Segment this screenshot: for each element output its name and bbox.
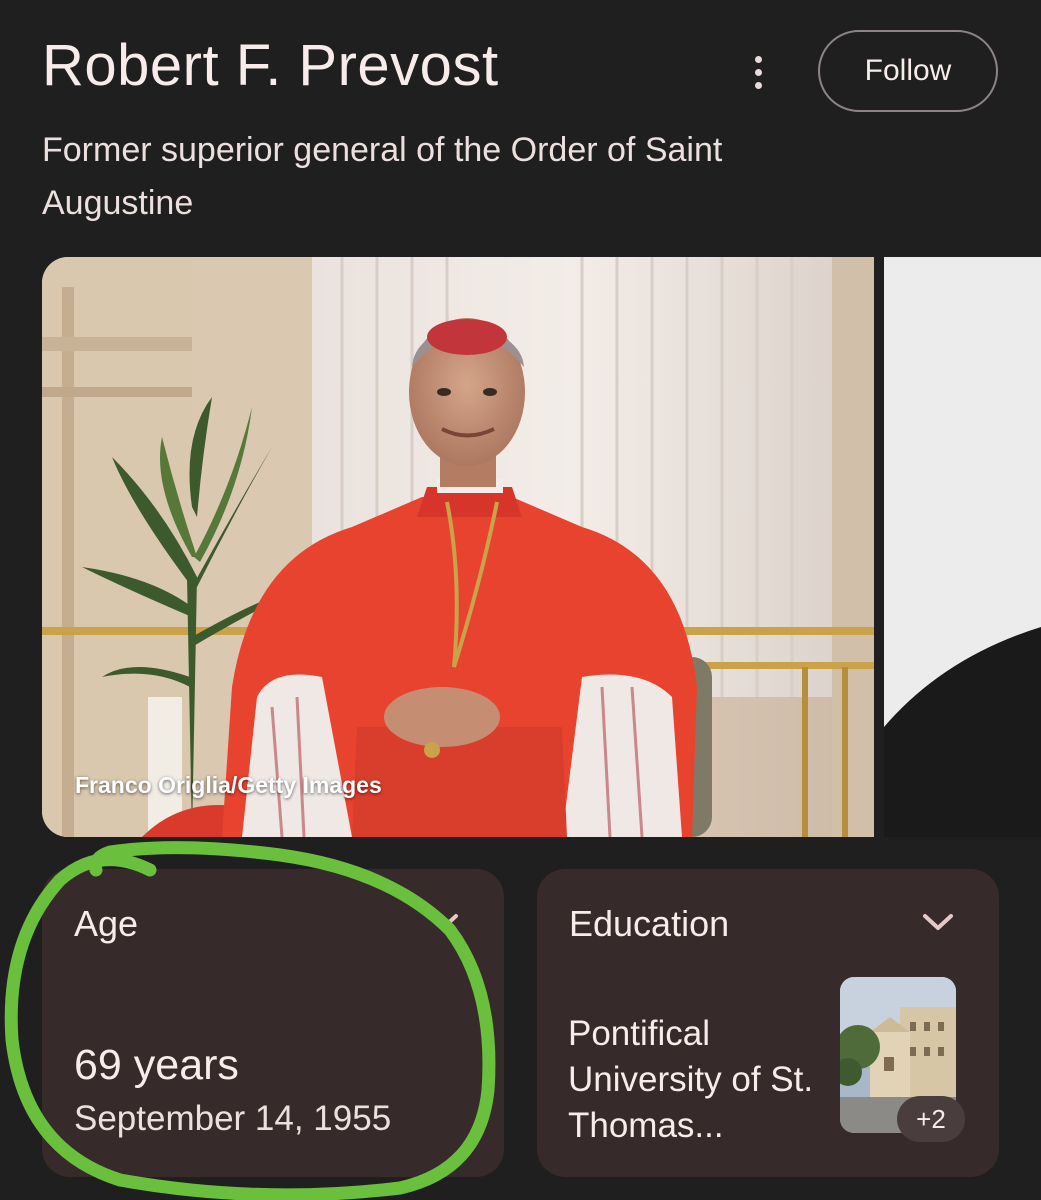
photo-credit: Franco Origlia/Getty Images [75, 772, 382, 798]
dot [754, 68, 762, 76]
entity-subtitle: Former superior general of the Order of … [42, 131, 723, 222]
next-photo[interactable] [884, 257, 1041, 837]
main-photo[interactable]: Franco Origlia/Getty Images [42, 257, 874, 837]
cardinal-portrait-image [42, 257, 874, 837]
dot [754, 81, 762, 89]
follow-button[interactable]: Follow [818, 30, 998, 112]
chevron-down-icon[interactable] [426, 911, 460, 933]
entity-title: Robert F. Prevost [42, 33, 499, 98]
knowledge-panel: Robert F. Prevost Follow Former superior… [0, 0, 1041, 1200]
education-label: Education [569, 903, 730, 944]
chevron-down-icon[interactable] [921, 911, 955, 933]
birth-date: September 14, 1955 [74, 1099, 392, 1138]
secondary-portrait-image [884, 257, 1041, 837]
education-card[interactable]: Education Pontifical University of St. T… [537, 869, 999, 1177]
education-value: Pontifical University of St. Thomas... [568, 1014, 814, 1145]
more-images-badge[interactable]: +2 [897, 1096, 965, 1142]
age-card[interactable]: Age 69 years September 14, 1955 [42, 869, 504, 1177]
age-label: Age [74, 903, 139, 944]
dot [754, 55, 762, 63]
age-value: 69 years [74, 1041, 239, 1089]
more-options-icon[interactable] [740, 52, 776, 92]
